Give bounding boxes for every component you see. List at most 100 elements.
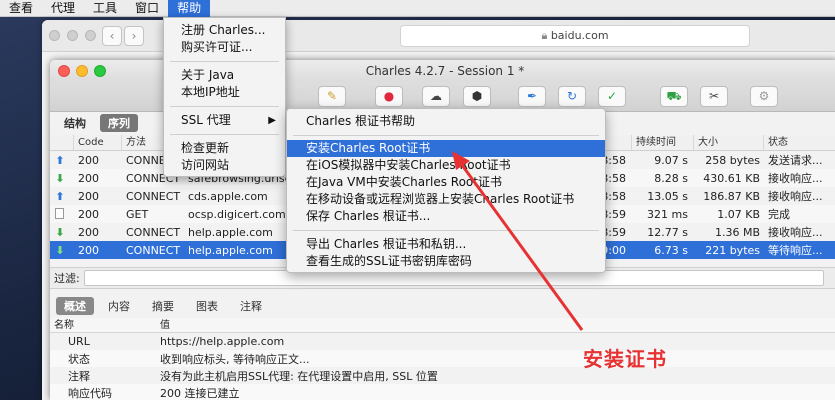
cell-size: 1.07 KB [717,207,760,221]
menu-item-install-root-cert[interactable]: 安装Charles Root证书 [287,140,605,157]
submenu-arrow-icon: ▶ [268,115,276,126]
menu-item-register[interactable]: 注册 Charles... [164,22,285,39]
overview-row[interactable]: 状态 收到响应标头, 等待响应正文... [50,350,835,367]
cell-duration: 13.05 s [647,189,688,203]
menu-window[interactable]: 窗口 [126,0,168,17]
overview-row[interactable]: 注释 没有为此主机启用SSL代理: 在代理设置中启用, SSL 位置 [50,367,835,384]
compose-icon[interactable]: ✒ [518,86,546,107]
menu-item-about-java[interactable]: 关于 Java [164,67,285,84]
record-icon[interactable]: ● [375,86,403,107]
tab-contents[interactable]: 内容 [100,297,138,315]
cell-duration: 12.77 s [647,225,688,239]
cell-method: GET [126,207,149,221]
validate-icon[interactable]: ✓ [598,86,626,107]
cell-status: 接收响应... [768,190,823,203]
menu-view[interactable]: 查看 [0,0,42,17]
zoom-button[interactable] [85,30,96,41]
cell-status: 接收响应... [768,172,823,185]
cell-code: 200 [78,171,99,185]
breakpoint-icon[interactable]: ⬢ [463,86,491,107]
ssl-proxy-submenu: Charles 根证书帮助 安装Charles Root证书 在iOS模拟器中安… [286,108,606,273]
prop-name: 注释 [68,369,90,383]
tab-structure[interactable]: 结构 [56,114,94,132]
tab-sequence[interactable]: 序列 [100,114,138,132]
menu-item-save-root-cert[interactable]: 保存 Charles 根证书... [287,208,605,225]
menu-separator [293,230,599,231]
filter-label: 过滤: [54,272,80,285]
broom-icon[interactable]: ✎ [318,86,346,107]
arrow-up-icon: ⬆ [55,153,65,167]
cell-duration: 8.28 s [654,171,688,185]
menu-separator [170,134,279,135]
menu-tools[interactable]: 工具 [84,0,126,17]
menu-item-ssl-proxy-label: SSL 代理 [181,113,231,127]
cell-duration: 321 ms [647,207,688,221]
cell-code: 200 [78,153,99,167]
close-button[interactable] [49,30,60,41]
address-text: baidu.com [550,29,609,42]
menu-item-visit-website[interactable]: 访问网站 [164,157,285,174]
tools-icon[interactable]: ✂ [700,86,728,107]
cell-code: 200 [78,243,99,257]
address-bar[interactable]: 🔒︎ baidu.com [400,25,750,47]
cell-code: 200 [78,189,99,203]
col-status[interactable]: 状态 [764,135,835,150]
overview-row[interactable]: URL https://help.apple.com [50,333,835,350]
menu-separator [170,61,279,62]
detail-tabs: 概述 内容 摘要 图表 注释 [50,297,270,315]
cell-status: 完成 [768,208,790,221]
arrow-down-icon: ⬇ [55,243,65,257]
forward-icon[interactable]: › [124,25,144,46]
menu-item-install-java-vm[interactable]: 在Java VM中安装Charles Root证书 [287,174,605,191]
cell-size: 1.36 MB [714,225,760,239]
menu-item-root-cert-help[interactable]: Charles 根证书帮助 [287,113,605,130]
cell-method: CONNECT [126,243,181,257]
menu-item-install-ios-simulator[interactable]: 在iOS模拟器中安装Charles Root证书 [287,157,605,174]
col-code[interactable]: Code [74,135,122,150]
menu-proxy[interactable]: 代理 [42,0,84,17]
prop-value: 收到响应标头, 等待响应正文... [160,352,310,366]
back-icon[interactable]: ‹ [102,25,122,46]
cell-method: CONNECT [126,189,181,203]
repeat-icon[interactable]: ↻ [558,86,586,107]
menu-item-ssl-proxy[interactable]: SSL 代理 ▶ [164,112,285,129]
col-duration[interactable]: 持续时间 [632,135,694,150]
menu-item-check-updates[interactable]: 检查更新 [164,140,285,157]
cell-size: 430.61 KB [703,171,760,185]
throttle-icon[interactable]: ☁ [422,86,450,107]
settings-icon[interactable]: ⚙ [750,86,778,107]
menu-item-install-mobile[interactable]: 在移动设备或远程浏览器上安装Charles Root证书 [287,191,605,208]
prop-name: 响应代码 [68,386,112,400]
menu-item-export-root-cert[interactable]: 导出 Charles 根证书和私钥... [287,236,605,253]
col-value[interactable]: 值 [160,318,170,332]
tab-summary[interactable]: 摘要 [144,297,182,315]
tab-overview[interactable]: 概述 [56,297,94,315]
overview-table: 名称 值 URL https://help.apple.com 状态 收到响应标头, … [50,318,835,400]
minimize-button[interactable] [67,30,78,41]
basket-icon[interactable]: ⛟ [660,86,688,107]
tab-chart[interactable]: 图表 [188,297,226,315]
annotation-label: 安装证书 [583,347,667,371]
col-name[interactable]: 名称 [50,318,160,332]
tab-notes[interactable]: 注释 [232,297,270,315]
overview-row[interactable]: 响应代码 200 连接已建立 [50,384,835,400]
cell-size: 258 bytes [705,153,760,167]
arrow-down-icon: ⬇ [55,171,65,185]
cell-size: 221 bytes [705,243,760,257]
cell-duration: 9.07 s [654,153,688,167]
arrow-up-icon: ⬆ [55,189,65,203]
document-icon [55,207,64,219]
menu-item-view-keystore-password[interactable]: 查看生成的SSL证书密钥库密码 [287,253,605,270]
menu-help[interactable]: 帮助 [168,0,211,17]
col-direction[interactable] [50,135,74,150]
menu-item-local-ip[interactable]: 本地IP地址 [164,84,285,101]
overview-header: 名称 值 [50,318,835,333]
menu-item-buy-license[interactable]: 购买许可证... [164,39,285,56]
prop-value: 没有为此主机启用SSL代理: 在代理设置中启用, SSL 位置 [160,369,438,383]
prop-name: 状态 [68,352,90,366]
col-size[interactable]: 大小 [694,135,764,150]
cell-size: 186.87 KB [703,189,760,203]
cell-code: 200 [78,225,99,239]
lock-icon: 🔒︎ [541,29,551,42]
system-menu-bar: 查看 代理 工具 窗口 帮助 [0,0,835,17]
